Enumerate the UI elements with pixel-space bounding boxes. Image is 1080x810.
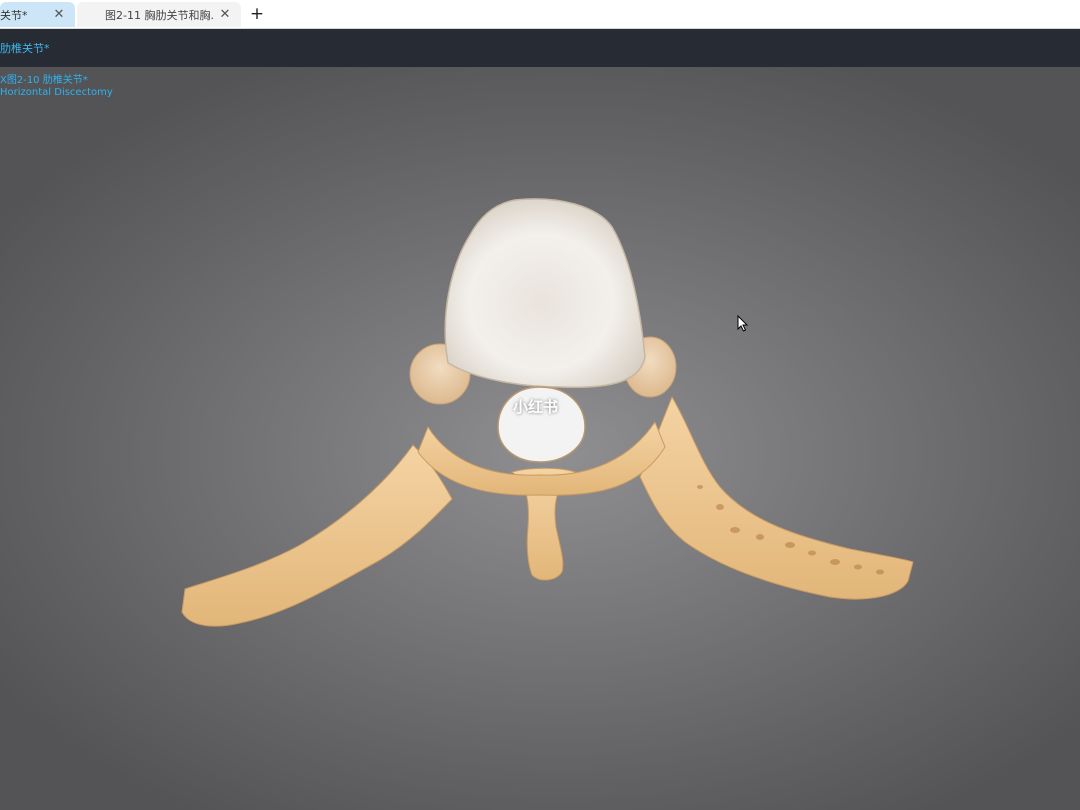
header-title: 肋椎关节* (0, 42, 50, 55)
watermark: 小红书 (513, 398, 559, 416)
vertebra-model[interactable] (0, 67, 1080, 810)
right-rib (639, 395, 914, 600)
model-viewport[interactable]: X图2-10 肋椎关节* Horizontal Discectomy 小红书 (0, 67, 1080, 810)
tab-rib-joint[interactable]: 关节* ✕ (0, 2, 75, 27)
vertebral-body-disc (444, 198, 646, 389)
close-icon[interactable]: ✕ (51, 6, 67, 22)
tab-bar: 关节* ✕ 图2-11 胸肋关节和胸... ✕ + (0, 0, 1080, 29)
close-icon[interactable]: ✕ (217, 6, 233, 22)
mouse-pointer-icon (737, 315, 749, 332)
left-rib (181, 444, 453, 627)
tab-label: 图2-11 胸肋关节和胸... (105, 8, 213, 22)
viewer-header: 肋椎关节* (0, 29, 1080, 67)
tab-label: 关节* (0, 8, 28, 22)
tab-sternocostal-joint[interactable]: 图2-11 胸肋关节和胸... ✕ (77, 2, 241, 27)
plus-icon[interactable]: + (247, 4, 267, 24)
